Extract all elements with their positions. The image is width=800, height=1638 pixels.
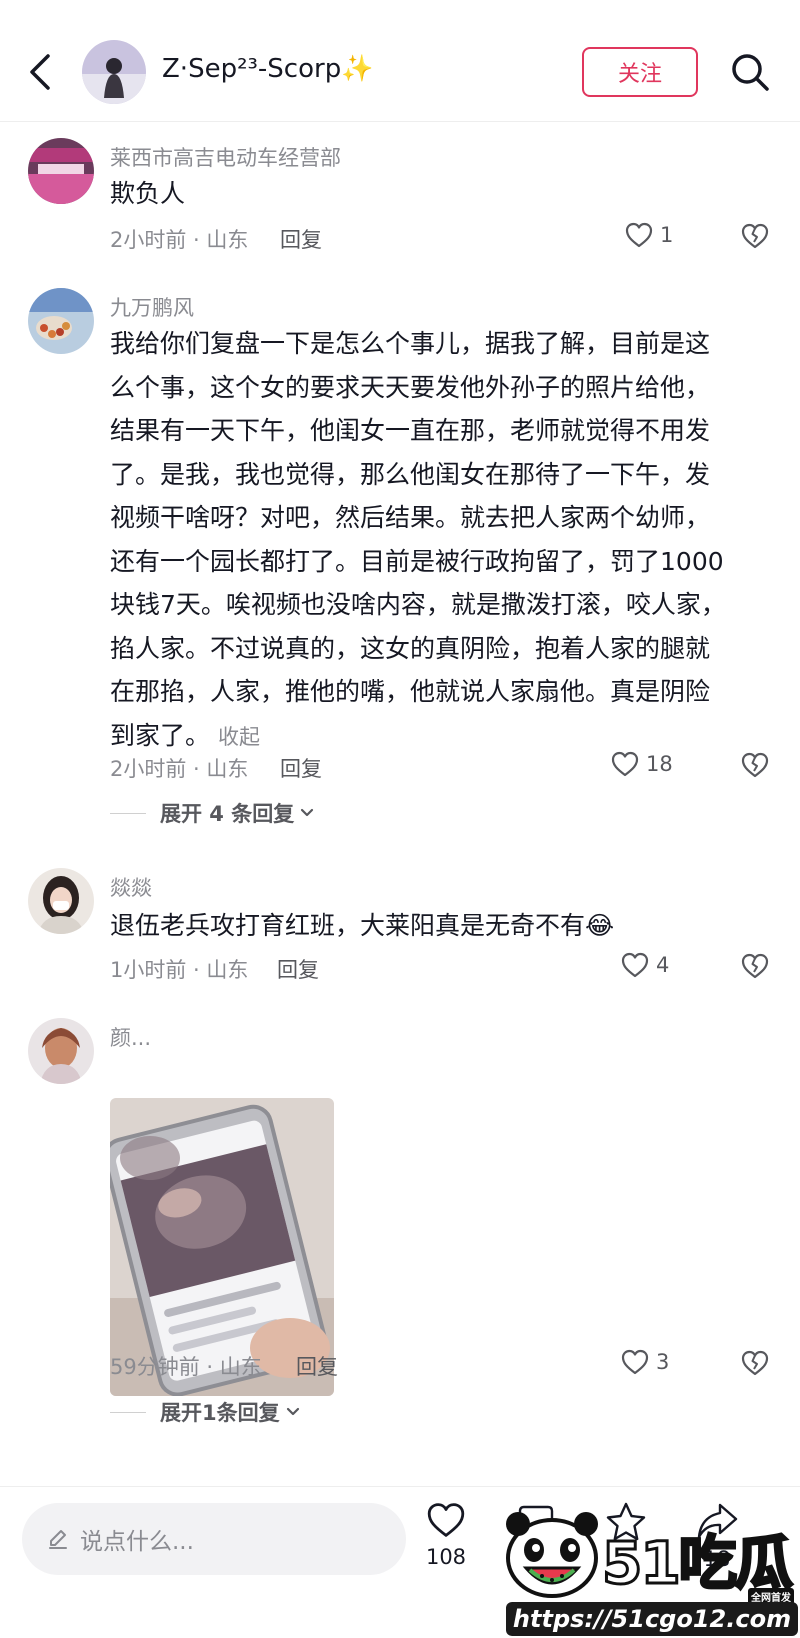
commenter-name[interactable]: 颜... — [110, 1022, 151, 1052]
like-button[interactable]: 3 — [620, 1347, 669, 1377]
comment-line: 还有一个园长都打了。目前是被行政拘留了，罚了1000 — [110, 546, 724, 576]
expand-replies-label: 展开 4 条回复 — [160, 802, 295, 826]
chevron-down-icon — [301, 808, 314, 817]
site-watermark: 51吃瓜 全网首发 https://51cgo12.com — [500, 1494, 800, 1638]
reply-button[interactable]: 回复 — [277, 954, 319, 984]
comment-line: 么个事，这个女的要求天天要发他外孙子的照片给他， — [110, 372, 711, 402]
like-button[interactable]: 4 — [620, 950, 669, 980]
commenter-name[interactable]: 九万鹏风 — [110, 292, 194, 322]
comment-line: 视频干啥呀？对吧，然后结果。就去把人家两个幼师， — [110, 503, 711, 532]
heart-icon — [611, 751, 639, 777]
expand-replies-label: 展开1条回复 — [160, 1401, 280, 1425]
comment-time-location: 2小时前 · 山东 — [110, 228, 249, 252]
like-count: 18 — [646, 752, 673, 776]
author-name[interactable]: Z·Sep²³-Scorp✨ — [162, 54, 374, 84]
top-bar: Z·Sep²³-Scorp✨ 关注 — [0, 0, 800, 122]
author-name-text: Z·Sep²³-Scorp — [162, 54, 342, 84]
comment-line: 在那掐，人家，推他的嘴，他就说人家扇他。真是阴险 — [110, 677, 711, 706]
commenter-name[interactable]: 莱西市高吉电动车经营部 — [110, 142, 341, 172]
comment-line: 掐人家。不过说真的，这女的真阴险，抱着人家的腿就 — [110, 633, 711, 663]
commenter-avatar[interactable] — [28, 288, 94, 354]
heart-icon — [625, 222, 653, 248]
broken-heart-icon[interactable] — [740, 221, 770, 251]
commenter-avatar[interactable] — [28, 138, 94, 204]
broken-heart-icon[interactable] — [740, 951, 770, 981]
mascot-logo-icon — [506, 1512, 598, 1598]
sparkle-emoji: ✨ — [341, 54, 374, 84]
divider-line — [110, 812, 146, 814]
pencil-icon — [49, 1530, 67, 1549]
comment-input[interactable]: 说点什么... — [22, 1503, 406, 1575]
comment-text: 我给你们复盘一下是怎么个事儿，据我了解，目前是这 么个事，这个女的要求天天要发他… — [110, 322, 760, 759]
search-icon[interactable] — [728, 50, 772, 94]
comment-line: 到家了。 — [110, 720, 211, 750]
collapse-button[interactable]: 收起 — [218, 725, 260, 749]
laughing-crying-emoji: 😂 — [585, 911, 615, 940]
comment-line: 块钱7天。唉视频也没啥内容，就是撒泼打滚，咬人家， — [110, 590, 726, 619]
author-avatar[interactable] — [82, 40, 146, 104]
comment-text: 欺负人 — [110, 179, 186, 208]
divider-line — [110, 1411, 146, 1413]
reply-button[interactable]: 回复 — [280, 224, 322, 254]
comment-time-location: 59分钟前 · 山东 — [110, 1355, 262, 1379]
comment-time-location: 2小时前 · 山东 — [110, 757, 249, 781]
heart-icon — [621, 1349, 649, 1375]
commenter-name[interactable]: 燚燚 — [110, 872, 152, 902]
like-count: 1 — [660, 223, 674, 247]
like-button[interactable]: 18 — [610, 749, 673, 779]
broken-heart-icon[interactable] — [740, 750, 770, 780]
comment-line: 了。是我，我也觉得，那么他闺女在那待了一下午，发 — [110, 459, 711, 489]
post-like-button[interactable]: 108 — [424, 1499, 468, 1569]
comment-time-location: 1小时前 · 山东 — [110, 958, 249, 982]
watermark-url: https://51cgo12.com — [506, 1602, 798, 1636]
comment-input-placeholder: 说点什么... — [80, 1529, 194, 1555]
like-count: 4 — [656, 953, 670, 977]
heart-icon — [621, 952, 649, 978]
back-arrow-icon[interactable] — [26, 50, 56, 94]
reply-button[interactable]: 回复 — [280, 753, 322, 783]
broken-heart-icon[interactable] — [740, 1348, 770, 1378]
commenter-avatar[interactable] — [28, 1018, 94, 1084]
follow-button[interactable]: 关注 — [582, 47, 698, 97]
expand-replies-button[interactable]: 展开 4 条回复 — [110, 798, 316, 828]
expand-replies-button[interactable]: 展开1条回复 — [110, 1397, 302, 1427]
comment-text-body: 退伍老兵攻打育红班，大莱阳真是无奇不有 — [110, 911, 586, 940]
like-button[interactable]: 1 — [624, 220, 673, 250]
post-like-count: 108 — [425, 1545, 467, 1569]
comment-line: 我给你们复盘一下是怎么个事儿，据我了解，目前是这 — [110, 329, 711, 358]
commenter-avatar[interactable] — [28, 868, 94, 934]
heart-icon — [427, 1503, 465, 1537]
comment-text: 退伍老兵攻打育红班，大莱阳真是无奇不有😂 — [110, 904, 760, 948]
reply-button[interactable]: 回复 — [296, 1351, 338, 1381]
like-count: 3 — [656, 1350, 670, 1374]
comment-line: 结果有一天下午，他闺女一直在那，老师就觉得不用发 — [110, 416, 711, 445]
chevron-down-icon — [286, 1407, 299, 1416]
